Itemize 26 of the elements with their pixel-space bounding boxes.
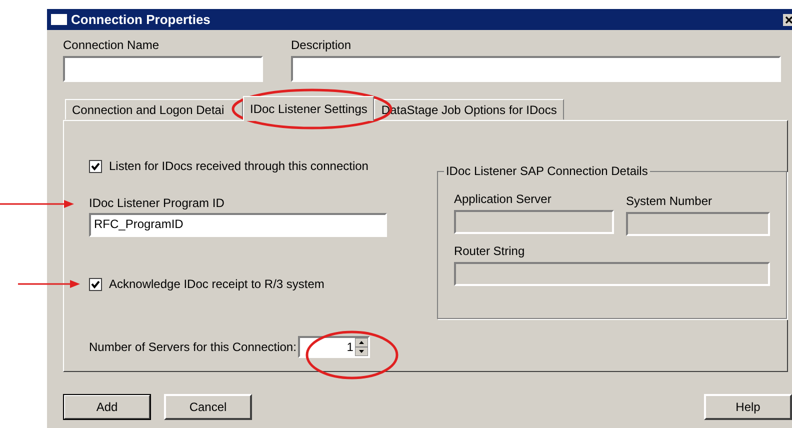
- spin-arrows-icon[interactable]: [355, 338, 368, 356]
- dialog-button[interactable]: Add: [63, 394, 151, 420]
- field-label: Connection Name: [63, 38, 160, 52]
- tab[interactable]: Connection and Logon Detai: [65, 99, 243, 120]
- checkbox-label: Listen for IDocs received through this connection: [109, 159, 368, 173]
- field-label: Description: [291, 38, 352, 52]
- spinner-field[interactable]: 1: [298, 336, 370, 358]
- dialog-button[interactable]: Cancel: [164, 394, 252, 420]
- window-title: Connection Properties: [71, 12, 212, 27]
- window-icon: [51, 14, 67, 25]
- tab[interactable]: IDoc Listener Settings: [243, 96, 374, 121]
- field-label: Number of Servers for this Connection:: [89, 340, 296, 354]
- input-field[interactable]: [63, 56, 263, 82]
- checkbox[interactable]: [89, 278, 102, 290]
- group-title: IDoc Listener SAP Connection Details: [444, 164, 650, 178]
- checkbox[interactable]: [89, 160, 102, 172]
- field-label: IDoc Listener Program ID: [89, 196, 226, 210]
- close-icon[interactable]: [783, 14, 792, 26]
- input-field[interactable]: RFC_ProgramID: [89, 213, 387, 237]
- arrow-annotation: [18, 280, 80, 288]
- field-label: System Number: [626, 194, 714, 208]
- field-label: Application Server: [454, 192, 552, 206]
- field-label: Router String: [454, 244, 526, 258]
- checkbox-label: Acknowledge IDoc receipt to R/3 system: [109, 277, 324, 291]
- input-field[interactable]: [291, 56, 781, 82]
- dialog-button[interactable]: Help: [704, 394, 792, 420]
